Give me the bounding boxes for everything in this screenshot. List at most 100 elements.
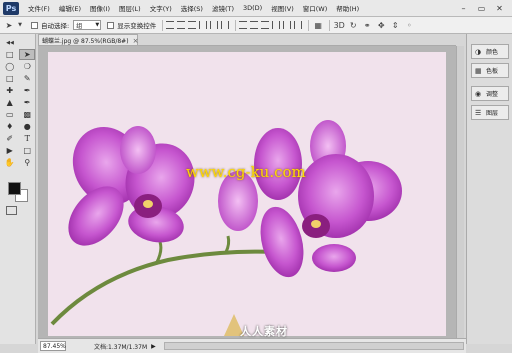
3d-scale-icon[interactable]: ◦ <box>404 20 414 30</box>
vertical-scrollbar[interactable] <box>456 46 464 338</box>
menu-file[interactable]: 文件(F) <box>28 3 50 13</box>
distribute-bottom-icon[interactable] <box>261 21 270 29</box>
3d-rotate-icon[interactable]: ↻ <box>348 20 358 30</box>
auto-select-label: 自动选择: <box>41 22 70 30</box>
panel-layers[interactable]: ☰ 图层 <box>471 105 509 120</box>
type-tool-icon[interactable]: T <box>20 133 36 144</box>
swatches-grid-icon: ▦ <box>475 66 482 75</box>
panel-adjustments[interactable]: ◉ 调整 <box>471 86 509 101</box>
panel-label: 颜色 <box>486 49 499 56</box>
3d-pan-icon[interactable]: ✥ <box>376 20 386 30</box>
divider <box>235 19 237 31</box>
panel-dock: ◑ 颜色 ▦ 色板 ◉ 调整 ☰ 图层 <box>466 34 512 344</box>
divider <box>308 19 310 31</box>
align-vcenter-icon[interactable] <box>177 21 186 29</box>
history-brush-icon[interactable]: ✒ <box>20 97 36 108</box>
status-menu-icon[interactable]: ▶ <box>151 343 156 350</box>
show-transform-checkbox[interactable] <box>107 21 115 29</box>
show-transform-label: 显示变换控件 <box>117 22 157 30</box>
menu-image[interactable]: 图像(I) <box>90 3 110 13</box>
close-icon[interactable]: ✕ <box>495 4 504 13</box>
auto-select-dropdown[interactable]: 组 ▼ <box>73 20 102 30</box>
panel-color[interactable]: ◑ 颜色 <box>471 44 509 59</box>
menu-type[interactable]: 文字(Y) <box>150 3 172 13</box>
healing-brush-icon[interactable]: ✚ <box>2 85 18 96</box>
auto-select-checkbox[interactable] <box>31 21 38 29</box>
shape-tool-icon[interactable]: □ <box>20 145 36 156</box>
orchid-photo <box>48 52 446 336</box>
minimize-icon[interactable]: – <box>459 4 468 13</box>
chevron-down-icon[interactable]: ▼ <box>15 20 25 30</box>
align-top-icon[interactable] <box>166 21 175 29</box>
quick-mask-icon[interactable] <box>6 206 17 215</box>
distribute-left-icon[interactable] <box>272 21 281 29</box>
align-hcenter-icon[interactable] <box>210 21 219 29</box>
panel-label: 图层 <box>486 110 499 117</box>
align-bottom-icon[interactable] <box>188 21 197 29</box>
3d-roll-icon[interactable]: ⚭ <box>362 20 372 30</box>
toolbox: ◀◀ □ ➤ ◯ ❍ □ ✎ ✚ ✒ ▲ ✒ ▭ ▩ ♦ ● ✐ T ▶ □ ✋ ⚲ <box>0 34 36 344</box>
eraser-tool-icon[interactable]: ▭ <box>2 109 18 120</box>
menu-select[interactable]: 选择(S) <box>181 3 203 13</box>
panel-swatches[interactable]: ▦ 色板 <box>471 63 509 78</box>
window-controls: – ▭ ✕ <box>459 4 504 13</box>
zoom-tool-icon[interactable]: ⚲ <box>20 157 36 168</box>
crop-tool-icon[interactable]: □ <box>2 73 18 84</box>
3d-slide-icon[interactable]: ⇕ <box>390 20 400 30</box>
distribute-right-icon[interactable] <box>294 21 303 29</box>
adjustments-icon: ◉ <box>475 89 482 98</box>
canvas-area[interactable]: www.cg-ku.com <box>38 46 456 338</box>
divider <box>329 19 331 31</box>
restore-icon[interactable]: ▭ <box>477 4 486 13</box>
options-bar: ➤ ▼ 自动选择: 组 ▼ 显示变换控件 ▦ 3D ↻ ⚭ ✥ ⇕ ◦ <box>0 17 512 34</box>
zoom-field[interactable]: 87.45% <box>40 341 66 351</box>
auto-align-icon[interactable]: ▦ <box>313 20 323 30</box>
path-select-icon[interactable]: ▶ <box>2 145 18 156</box>
photoshop-logo: Ps <box>3 1 19 15</box>
collapse-arrows-icon[interactable]: ◀◀ <box>2 37 18 48</box>
hand-tool-icon[interactable]: ✋ <box>2 157 18 168</box>
quick-select-tool-icon[interactable]: ❍ <box>20 61 36 72</box>
menu-edit[interactable]: 编辑(E) <box>59 3 81 13</box>
panel-label: 色板 <box>486 68 499 75</box>
panel-label: 调整 <box>486 91 499 98</box>
distribute-vcenter-icon[interactable] <box>250 21 259 29</box>
document-info: 文档:1.37M/1.37M <box>94 343 148 351</box>
menu-help[interactable]: 帮助(H) <box>336 3 359 13</box>
menu-bar: Ps 文件(F) 编辑(E) 图像(I) 图层(L) 文字(Y) 选择(S) 滤… <box>0 0 512 17</box>
status-bar: 87.45% 文档:1.37M/1.37M ▶ <box>38 338 466 353</box>
document-title: 蝴蝶兰.jpg @ 87.5%(RGB/8#) <box>42 38 129 45</box>
layers-icon: ☰ <box>475 108 482 117</box>
lasso-tool-icon[interactable]: ◯ <box>2 61 18 72</box>
clone-stamp-icon[interactable]: ▲ <box>2 97 18 108</box>
distribute-hcenter-icon[interactable] <box>283 21 292 29</box>
menu-view[interactable]: 视图(V) <box>271 3 294 13</box>
close-icon[interactable]: × <box>133 37 139 45</box>
move-arrow-icon[interactable]: ➤ <box>4 20 14 30</box>
watermark-url: www.cg-ku.com <box>186 163 306 181</box>
align-right-icon[interactable] <box>221 21 230 29</box>
dodge-tool-icon[interactable]: ● <box>20 121 36 132</box>
marquee-tool-icon[interactable]: □ <box>2 49 17 60</box>
menu-layer[interactable]: 图层(L) <box>119 3 141 13</box>
auto-select-value: 组 <box>76 22 83 30</box>
color-swatch-icon: ◑ <box>475 47 482 56</box>
3d-mode-icon: 3D <box>333 20 345 30</box>
blur-tool-icon[interactable]: ♦ <box>2 121 18 132</box>
menu-filter[interactable]: 滤镜(T) <box>212 3 234 13</box>
menu-3d[interactable]: 3D(D) <box>243 4 262 12</box>
move-tool-icon[interactable]: ➤ <box>19 49 35 60</box>
brush-tool-icon[interactable]: ✒ <box>20 85 36 96</box>
distribute-top-icon[interactable] <box>239 21 248 29</box>
menu-window[interactable]: 窗口(W) <box>303 3 328 13</box>
zoom-value: 87.45% <box>43 342 66 350</box>
watermark-brand: 人人素材 <box>240 325 288 338</box>
divider <box>162 19 164 31</box>
align-left-icon[interactable] <box>199 21 208 29</box>
foreground-color-swatch[interactable] <box>8 182 21 195</box>
chevron-down-icon: ▼ <box>95 22 100 28</box>
pen-tool-icon[interactable]: ✐ <box>2 133 18 144</box>
gradient-tool-icon[interactable]: ▩ <box>20 109 36 120</box>
eyedropper-tool-icon[interactable]: ✎ <box>20 73 36 84</box>
horizontal-scrollbar[interactable] <box>163 342 464 350</box>
